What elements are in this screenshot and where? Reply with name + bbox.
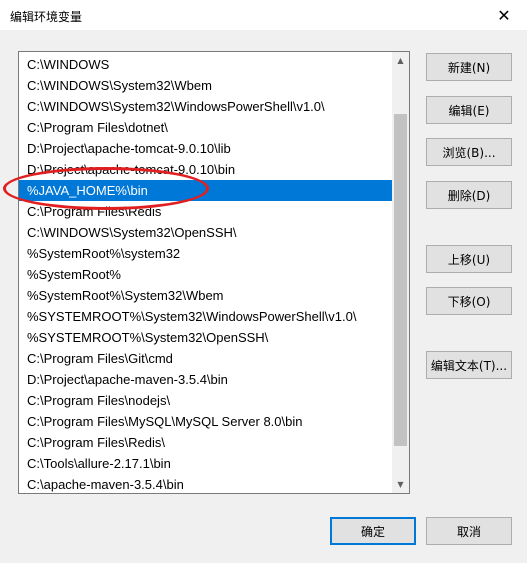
ok-button[interactable]: 确定: [330, 517, 416, 545]
edit-button[interactable]: 编辑(E): [426, 96, 512, 124]
list-item[interactable]: %SystemRoot%\system32: [19, 243, 393, 264]
window-title: 编辑环境变量: [10, 10, 83, 24]
path-list-rows: C:\WINDOWS C:\WINDOWS\System32\Wbem C:\WIN…: [19, 54, 393, 493]
list-item[interactable]: %SystemRoot%\System32\Wbem: [19, 285, 393, 306]
scrollbar-thumb[interactable]: [394, 114, 407, 446]
list-item[interactable]: C:\Program Files\dotnet\: [19, 117, 393, 138]
list-item[interactable]: C:\Program Files\MySQL\MySQL Server 8.0\…: [19, 411, 393, 432]
list-item[interactable]: C:\WINDOWS\System32\OpenSSH\: [19, 222, 393, 243]
list-item[interactable]: C:\apache-maven-3.5.4\bin: [19, 474, 393, 493]
scroll-down-arrow-icon[interactable]: ▼: [392, 476, 409, 493]
edit-text-button[interactable]: 编辑文本(T)...: [426, 351, 512, 379]
close-icon[interactable]: ✕: [481, 0, 527, 30]
new-button[interactable]: 新建(N): [426, 53, 512, 81]
list-item[interactable]: D:\Project\apache-maven-3.5.4\bin: [19, 369, 393, 390]
list-item[interactable]: C:\WINDOWS\System32\Wbem: [19, 75, 393, 96]
scroll-up-arrow-icon[interactable]: ▲: [392, 52, 409, 69]
list-item[interactable]: %SYSTEMROOT%\System32\OpenSSH\: [19, 327, 393, 348]
move-up-button[interactable]: 上移(U): [426, 245, 512, 273]
list-item[interactable]: C:\Program Files\Redis\: [19, 432, 393, 453]
list-item[interactable]: D:\Project\apache-tomcat-9.0.10\bin: [19, 159, 393, 180]
delete-button[interactable]: 删除(D): [426, 181, 512, 209]
list-item[interactable]: C:\Program Files\Redis: [19, 201, 393, 222]
cancel-button[interactable]: 取消: [426, 517, 512, 545]
vertical-scrollbar[interactable]: ▲ ▼: [392, 52, 409, 493]
list-item[interactable]: C:\Program Files\nodejs\: [19, 390, 393, 411]
list-item[interactable]: C:\WINDOWS: [19, 54, 393, 75]
list-item[interactable]: C:\Tools\allure-2.17.1\bin: [19, 453, 393, 474]
list-item[interactable]: C:\Program Files\Git\cmd: [19, 348, 393, 369]
list-item[interactable]: C:\WINDOWS\System32\WindowsPowerShell\v1…: [19, 96, 393, 117]
title-bar: 编辑环境变量 ✕: [0, 0, 527, 30]
list-item[interactable]: %JAVA_HOME%\bin: [19, 180, 393, 201]
path-list[interactable]: C:\WINDOWS C:\WINDOWS\System32\Wbem C:\WIN…: [18, 51, 410, 494]
move-down-button[interactable]: 下移(O): [426, 287, 512, 315]
list-item[interactable]: %SystemRoot%: [19, 264, 393, 285]
list-item[interactable]: D:\Project\apache-tomcat-9.0.10\lib: [19, 138, 393, 159]
browse-button[interactable]: 浏览(B)...: [426, 138, 512, 166]
list-item[interactable]: %SYSTEMROOT%\System32\WindowsPowerShell\…: [19, 306, 393, 327]
